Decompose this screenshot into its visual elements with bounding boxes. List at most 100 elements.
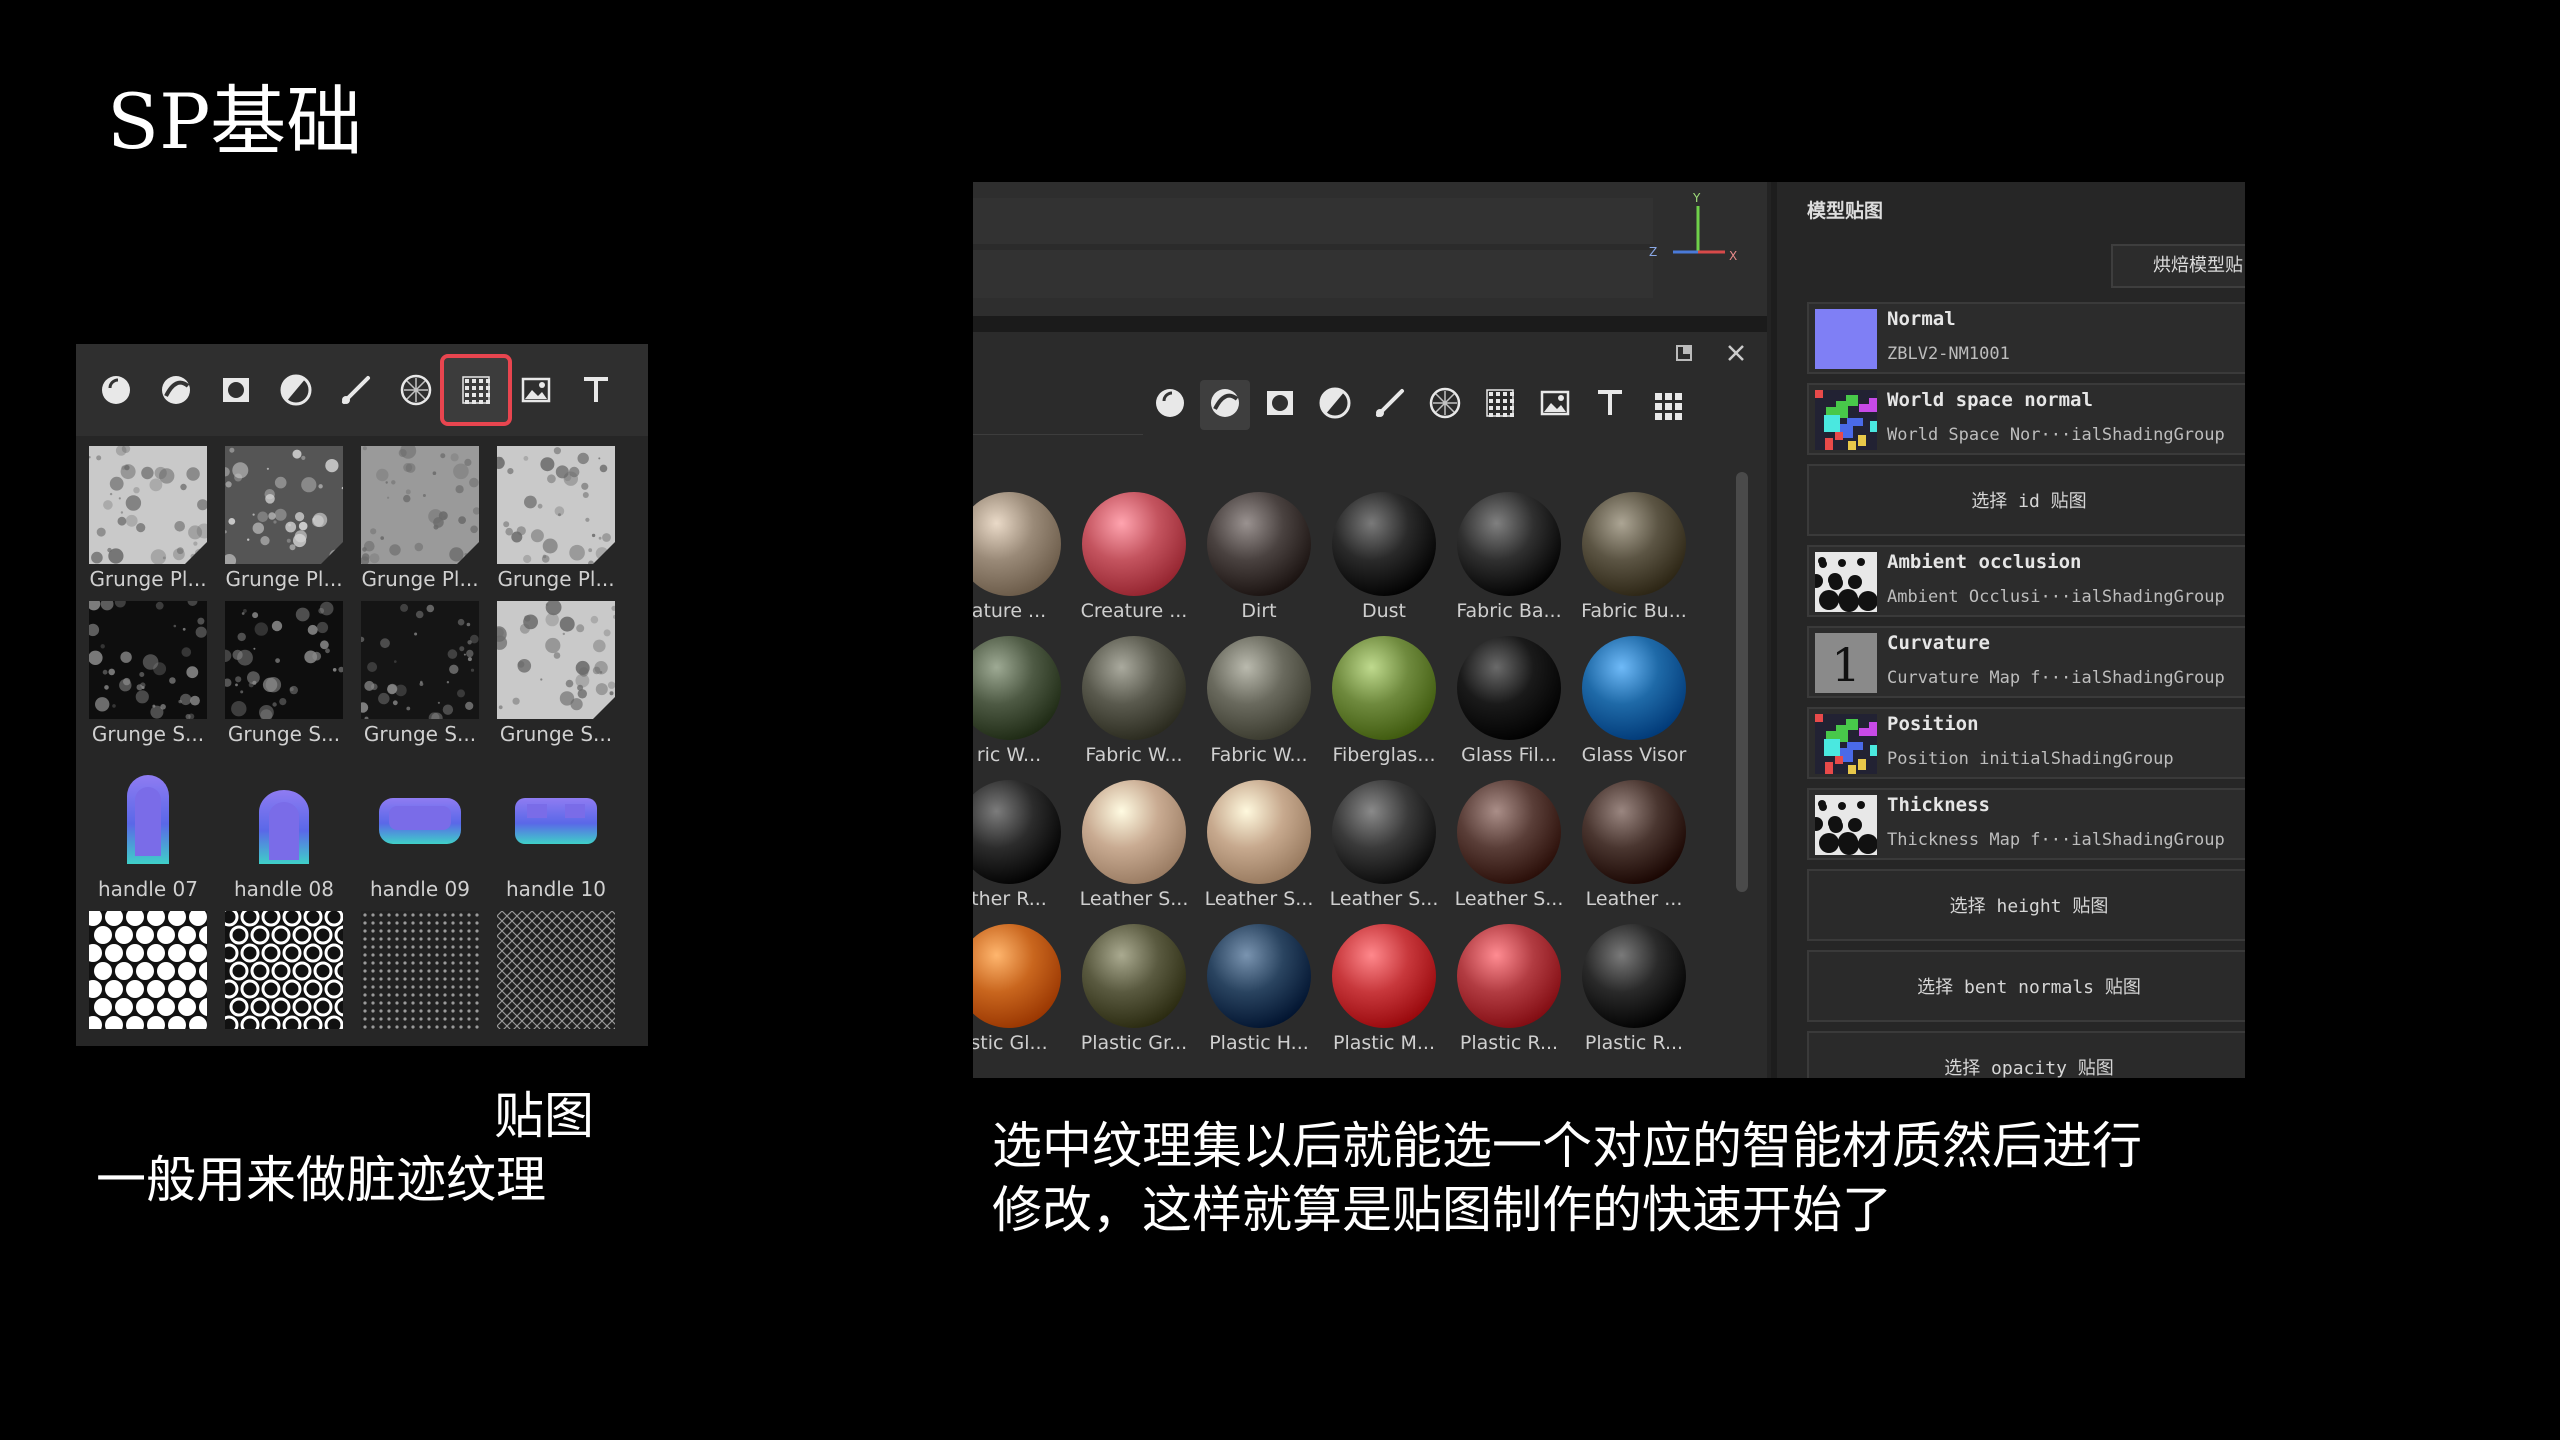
texture-thumbnail[interactable]: Grunge S...	[488, 599, 624, 749]
select-map-button[interactable]: 选择 id 贴图	[1807, 464, 2245, 536]
material-label: Dirt	[1241, 600, 1277, 622]
smart-material-item[interactable]: Leather S...	[1197, 780, 1321, 914]
select-map-button[interactable]: 选择 height 贴图	[1807, 869, 2245, 941]
smart-material-item[interactable]: Plastic Gr...	[1072, 924, 1196, 1058]
material-label: stic Gl...	[973, 1032, 1048, 1054]
material-shelf-tab-sphere[interactable]	[1145, 380, 1195, 430]
texture-thumbnail[interactable]	[352, 911, 488, 1029]
material-shelf-tab-mask[interactable]	[1255, 380, 1305, 430]
mesh-map-source: Thickness Map f···ialShadingGroup	[1887, 830, 2225, 850]
material-shelf-tab-brush[interactable]	[1365, 380, 1415, 430]
smart-material-item[interactable]: Glass Fil...	[1447, 636, 1571, 770]
texture-thumbnail[interactable]: Grunge S...	[80, 596, 216, 749]
svg-text:1: 1	[1831, 638, 1860, 692]
material-label: Glass Fil...	[1461, 744, 1557, 766]
environment-icon	[1537, 385, 1573, 425]
smart-material-item[interactable]: Fabric Bu...	[1572, 492, 1696, 626]
brush-icon	[338, 372, 374, 408]
smart-material-item[interactable]: Fabric Ba...	[1447, 492, 1571, 626]
smart-material-item[interactable]: Glass Visor	[1572, 636, 1696, 770]
shelf-tab-sphere[interactable]	[90, 364, 142, 416]
material-preview-sphere	[1207, 780, 1311, 884]
mesh-map-thumbnail	[1809, 795, 1878, 855]
texture-thumbnail[interactable]: handle 09	[352, 756, 488, 904]
smart-material-item[interactable]: Dust	[1322, 492, 1446, 626]
texture-thumbnail[interactable]: Grunge Pl...	[216, 446, 352, 594]
scrollbar[interactable]	[1736, 472, 1748, 892]
material-shelf-tab-environment[interactable]	[1530, 380, 1580, 430]
select-map-button[interactable]: 选择 bent normals 贴图	[1807, 950, 2245, 1022]
shelf-tab-particle[interactable]	[390, 364, 442, 416]
mesh-map-slot-normal[interactable]: Normal ZBLV2-NM1001	[1807, 302, 2245, 374]
shelf-tab-texture[interactable]	[440, 354, 512, 426]
smart-material-item[interactable]: Fabric W...	[1072, 636, 1196, 770]
material-shelf-tab-text[interactable]	[1585, 380, 1635, 430]
mesh-map-slot-world-space-normal[interactable]: World space normal World Space Nor···ialS…	[1807, 383, 2245, 458]
brush-icon	[1372, 385, 1408, 425]
texture-shelf-panel: Grunge Pl... Grunge Pl... Grunge Pl... Grun…	[76, 344, 648, 1046]
smart-material-item[interactable]: ric W...	[973, 636, 1071, 770]
smart-material-item[interactable]: Plastic M...	[1322, 924, 1446, 1058]
material-shelf-tab-filter[interactable]	[1310, 380, 1360, 430]
material-preview-sphere	[973, 636, 1061, 740]
material-label: Leather S...	[1204, 888, 1314, 910]
mesh-map-thumbnail	[1815, 390, 1886, 458]
texture-thumbnail[interactable]: handle 10	[488, 756, 624, 904]
material-shelf-tab-texture[interactable]	[1475, 380, 1525, 430]
material-label: Fabric Ba...	[1456, 600, 1562, 622]
texture-thumbnail[interactable]: handle 07	[80, 756, 216, 904]
material-shelf-tab-particle[interactable]	[1420, 380, 1470, 430]
mesh-map-title: World space normal	[1887, 389, 2093, 411]
particle-icon	[1427, 385, 1463, 425]
undock-icon[interactable]	[1673, 342, 1695, 368]
texture-thumbnail[interactable]	[488, 910, 624, 1032]
texture-thumbnail[interactable]: handle 08	[216, 756, 352, 904]
bake-mesh-maps-button[interactable]: 烘焙模型贴	[2111, 244, 2245, 288]
smart-material-item[interactable]: Plastic R...	[1447, 924, 1571, 1058]
thumbnail-image	[84, 908, 217, 1034]
texture-thumbnail[interactable]: Grunge Pl...	[488, 446, 624, 594]
smart-material-item[interactable]: Leather S...	[1447, 780, 1571, 914]
smart-material-item[interactable]: stic Gl...	[973, 924, 1071, 1058]
close-icon[interactable]	[1725, 342, 1747, 368]
shelf-tab-filter[interactable]	[270, 364, 322, 416]
shelf-tab-text[interactable]	[570, 364, 622, 416]
texture-thumbnail[interactable]	[216, 907, 354, 1035]
select-map-button[interactable]: 选择 opacity 贴图	[1807, 1031, 2245, 1078]
smart-material-item[interactable]: Plastic H...	[1197, 924, 1321, 1058]
viewport-canvas: Y Z X	[973, 191, 1737, 298]
mesh-map-slot-thickness[interactable]: Thickness Thickness Map f···ialShadingGro…	[1807, 788, 2245, 860]
material-label: Plastic M...	[1332, 1032, 1435, 1054]
smart-material-item[interactable]: Leather ...	[1572, 780, 1696, 914]
shelf-tab-smart-material[interactable]	[150, 364, 202, 416]
material-label: Plastic H...	[1209, 1032, 1309, 1054]
shelf-tab-environment[interactable]	[510, 364, 562, 416]
smart-material-item[interactable]: Dirt	[1197, 492, 1321, 626]
mesh-map-slot-position[interactable]: Position Position initialShadingGroup	[1807, 707, 2245, 782]
material-label: Fabric Bu...	[1581, 600, 1687, 622]
material-shelf-tab-smart-material[interactable]	[1200, 380, 1250, 430]
smart-material-item[interactable]: Leather S...	[1072, 780, 1196, 914]
shelf-tab-mask[interactable]	[210, 364, 262, 416]
material-preview-sphere	[1582, 636, 1686, 740]
material-preview-sphere	[973, 924, 1061, 1028]
smart-material-item[interactable]: Fiberglas...	[1322, 636, 1446, 770]
smart-material-item[interactable]: Creature ...	[1072, 492, 1196, 626]
mesh-map-slot-ambient-occlusion[interactable]: Ambient occlusion Ambient Occlusi···ialSh…	[1807, 545, 2245, 617]
mesh-map-thumbnail	[1815, 714, 1886, 782]
smart-material-item[interactable]: Fabric W...	[1197, 636, 1321, 770]
mesh-map-slot-curvature[interactable]: 1 Curvature Curvature Map f···ialShadingGr…	[1807, 626, 2245, 698]
texture-thumbnail[interactable]: Grunge Pl...	[80, 444, 216, 594]
smart-material-item[interactable]: ther R...	[973, 780, 1071, 914]
texture-thumbnail[interactable]: Grunge S...	[216, 601, 352, 749]
smart-material-item[interactable]: Leather S...	[1322, 780, 1446, 914]
texture-thumbnail[interactable]: Grunge Pl...	[352, 442, 488, 594]
material-preview-sphere	[1207, 492, 1311, 596]
texture-thumbnail[interactable]: Grunge S...	[352, 601, 488, 749]
smart-material-item[interactable]: ature ...	[973, 492, 1071, 626]
material-shelf-tab-grid-view[interactable]	[1640, 380, 1690, 430]
smart-material-item[interactable]: Plastic R...	[1572, 924, 1696, 1058]
shelf-tab-brush[interactable]	[330, 364, 382, 416]
viewport[interactable]: Y Z X	[973, 182, 1767, 316]
texture-thumbnail[interactable]	[80, 908, 217, 1034]
